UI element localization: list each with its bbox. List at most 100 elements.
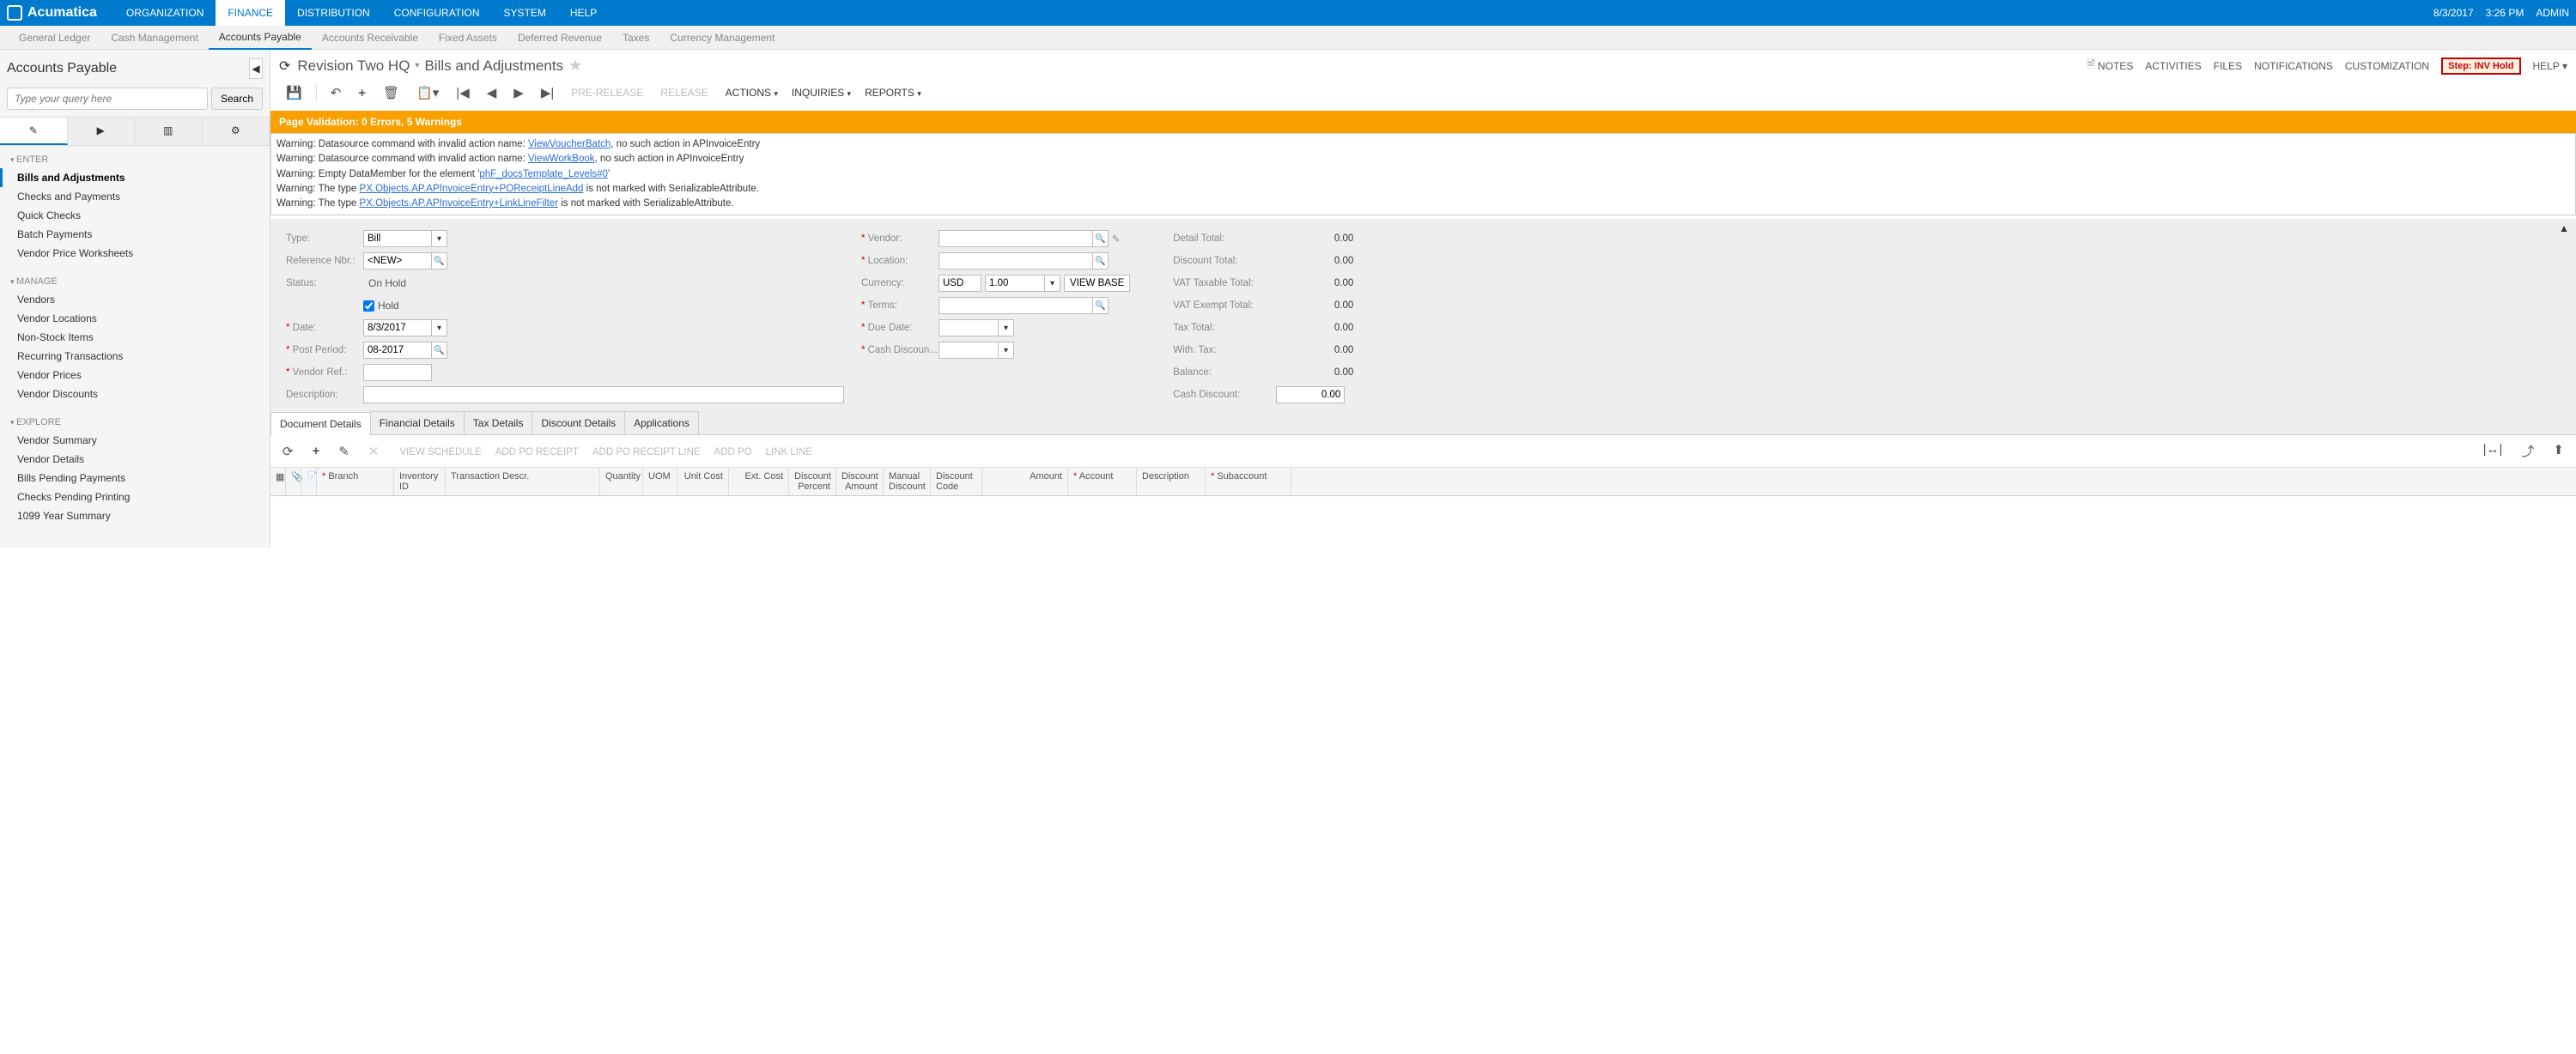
rate-dropdown-icon[interactable]: ▾: [1045, 275, 1060, 292]
actions-menu[interactable]: ACTIONS ▾: [719, 83, 785, 102]
post-lookup-icon[interactable]: 🔍: [432, 342, 447, 359]
terms-lookup-icon[interactable]: 🔍: [1093, 297, 1109, 314]
subnav-item[interactable]: Accounts Payable: [209, 26, 312, 50]
vendor-edit-icon[interactable]: ✎: [1112, 233, 1120, 245]
doc-tab[interactable]: Document Details: [270, 412, 371, 435]
customization-link[interactable]: CUSTOMIZATION: [2345, 60, 2429, 72]
nav-group-manage[interactable]: MANAGE: [0, 273, 270, 290]
date-dropdown-icon[interactable]: ▾: [432, 319, 447, 336]
location-lookup-icon[interactable]: 🔍: [1093, 252, 1109, 270]
topnav-organization[interactable]: ORGANIZATION: [114, 0, 216, 26]
nav-item[interactable]: Checks and Payments: [0, 187, 270, 206]
warning-link[interactable]: PX.Objects.AP.APInvoiceEntry+LinkLineFil…: [360, 198, 559, 209]
vendor-lookup-icon[interactable]: 🔍: [1093, 230, 1109, 247]
grid-col-header[interactable]: Amount: [982, 468, 1068, 495]
sidebar-collapse-button[interactable]: ◀: [249, 58, 263, 79]
prev-icon[interactable]: ◀: [480, 82, 504, 104]
files-link[interactable]: FILES: [2214, 60, 2242, 72]
ref-lookup-icon[interactable]: 🔍: [432, 252, 447, 270]
topnav-finance[interactable]: FINANCE: [216, 0, 285, 26]
doc-tab[interactable]: Applications: [624, 411, 699, 434]
activities-link[interactable]: ACTIVITIES: [2145, 60, 2201, 72]
favorite-star-icon[interactable]: ★: [568, 57, 582, 75]
help-menu[interactable]: HELP ▾: [2533, 60, 2568, 72]
last-icon[interactable]: ▶|: [534, 82, 561, 104]
undo-icon[interactable]: ↶: [324, 82, 349, 104]
grid-col-header[interactable]: Branch: [317, 468, 394, 495]
nav-item[interactable]: Vendor Details: [0, 450, 270, 469]
nav-item[interactable]: Non-Stock Items: [0, 328, 270, 347]
topnav-configuration[interactable]: CONFIGURATION: [382, 0, 492, 26]
step-badge[interactable]: Step: INV Hold: [2441, 58, 2520, 75]
nav-item[interactable]: Vendor Price Worksheets: [0, 244, 270, 263]
warning-link[interactable]: ViewVoucherBatch: [528, 139, 611, 149]
add-icon[interactable]: +: [351, 82, 373, 104]
sidebar-tab-chart[interactable]: ▥: [135, 118, 203, 145]
grid-col-header[interactable]: Description: [1137, 468, 1206, 495]
warning-link[interactable]: phF_docsTemplate_Levels#0: [479, 169, 608, 179]
subnav-item[interactable]: Deferred Revenue: [507, 27, 612, 49]
viewbase-button[interactable]: VIEW BASE: [1064, 275, 1130, 292]
type-select[interactable]: [363, 230, 432, 247]
grid-fit-icon[interactable]: |↔|: [2478, 440, 2508, 462]
grid-col-header[interactable]: Discount Code: [931, 468, 982, 495]
grid-upload-icon[interactable]: ⬆: [2548, 440, 2569, 462]
grid-col-header[interactable]: Quantity: [600, 468, 643, 495]
due-dropdown-icon[interactable]: ▾: [999, 319, 1014, 336]
grid-col-header[interactable]: UOM: [643, 468, 677, 495]
date-input[interactable]: [363, 319, 432, 336]
grid-col-header[interactable]: Account: [1068, 468, 1137, 495]
sidebar-search-input[interactable]: [7, 88, 208, 110]
subnav-item[interactable]: Currency Management: [659, 27, 785, 49]
grid-edit-icon[interactable]: ✎: [333, 442, 355, 461]
nav-item[interactable]: Checks Pending Printing: [0, 488, 270, 506]
desc-input[interactable]: [363, 386, 844, 403]
nav-item[interactable]: 1099 Year Summary: [0, 506, 270, 525]
grid-col-header[interactable]: Discount Amount: [836, 468, 884, 495]
topnav-system[interactable]: SYSTEM: [492, 0, 558, 26]
breadcrumb-company[interactable]: Revision Two HQ: [297, 58, 410, 75]
nav-item[interactable]: Vendor Prices: [0, 366, 270, 385]
nav-group-enter[interactable]: ENTER: [0, 151, 270, 168]
vendor-input[interactable]: [939, 230, 1093, 247]
rate-input[interactable]: [985, 275, 1045, 292]
grid-add-icon[interactable]: +: [307, 442, 325, 460]
nav-item[interactable]: Bills Pending Payments: [0, 469, 270, 488]
nav-item[interactable]: Bills and Adjustments: [0, 168, 270, 187]
subnav-item[interactable]: General Ledger: [9, 27, 100, 49]
grid-col-header[interactable]: Discount Percent: [789, 468, 836, 495]
due-input[interactable]: [939, 319, 999, 336]
cashdisc-input[interactable]: [939, 342, 999, 359]
topnav-help[interactable]: HELP: [558, 0, 609, 26]
sidebar-search-button[interactable]: Search: [211, 88, 263, 110]
type-dropdown-icon[interactable]: ▾: [432, 230, 447, 247]
delete-icon[interactable]: 🗑: [376, 82, 406, 104]
first-icon[interactable]: |◀: [449, 82, 476, 104]
vendorref-input[interactable]: [363, 364, 432, 381]
sidebar-tab-edit[interactable]: ✎: [0, 118, 68, 145]
nav-group-explore[interactable]: EXPLORE: [0, 414, 270, 431]
cashdisc-dropdown-icon[interactable]: ▾: [999, 342, 1014, 359]
nav-item[interactable]: Vendor Summary: [0, 431, 270, 450]
refresh-icon[interactable]: ⟳: [279, 58, 290, 75]
brand-logo[interactable]: Acumatica: [7, 5, 97, 21]
grid-refresh-icon[interactable]: ⟳: [277, 442, 299, 461]
grid-col-selector[interactable]: ▦: [270, 468, 286, 495]
grid-body[interactable]: [270, 496, 2576, 548]
nav-item[interactable]: Batch Payments: [0, 225, 270, 244]
nav-item[interactable]: Quick Checks: [0, 206, 270, 225]
cashd-input[interactable]: [1276, 386, 1345, 403]
sidebar-tab-settings[interactable]: ⚙: [203, 118, 270, 145]
post-input[interactable]: [363, 342, 432, 359]
ref-input[interactable]: [363, 252, 432, 270]
notes-link[interactable]: 🗎NOTES: [2087, 57, 2133, 75]
nav-item[interactable]: Vendors: [0, 290, 270, 309]
grid-col-header[interactable]: Transaction Descr.: [446, 468, 600, 495]
save-icon[interactable]: 💾: [279, 82, 309, 104]
terms-input[interactable]: [939, 297, 1093, 314]
grid-col-header[interactable]: Ext. Cost: [729, 468, 789, 495]
warning-link[interactable]: PX.Objects.AP.APInvoiceEntry+POReceiptLi…: [360, 184, 584, 194]
nav-item[interactable]: Vendor Locations: [0, 309, 270, 328]
subnav-item[interactable]: Fixed Assets: [428, 27, 507, 49]
warning-link[interactable]: ViewWorkBook: [528, 154, 595, 164]
